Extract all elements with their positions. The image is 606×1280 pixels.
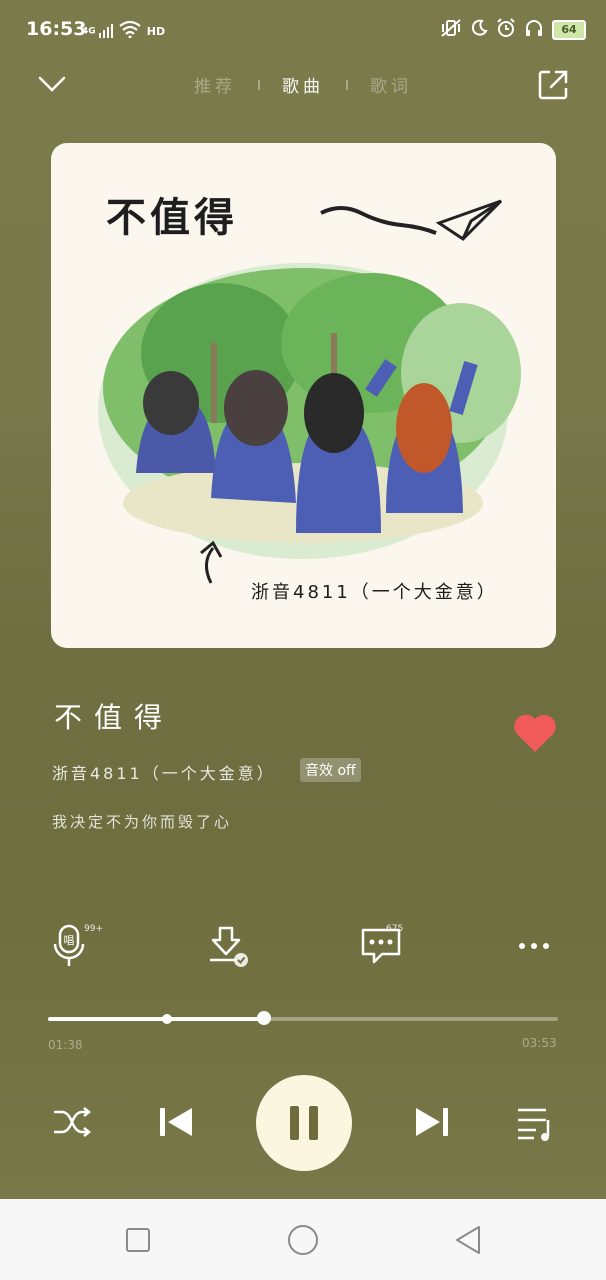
status-left-icons: 4G HD [82,20,165,42]
previous-button[interactable] [152,1098,200,1146]
headphones-icon [524,18,544,42]
next-button[interactable] [408,1098,456,1146]
battery-icon: 64 [552,20,586,40]
album-art: 不值得 浙音4811（一个大金意） [51,143,556,648]
progress-marker [162,1014,172,1024]
status-bar: 16:53 4G HD 64 [0,0,606,62]
shuffle-button[interactable] [48,1098,96,1146]
share-button[interactable] [534,66,572,104]
moon-icon [470,19,488,41]
playlist-button[interactable] [512,1098,560,1146]
share-icon [538,70,568,100]
svg-text:唱: 唱 [64,934,75,947]
like-button[interactable] [512,712,558,754]
signal-label: 4G [82,26,96,37]
album-art-illustration [98,199,521,584]
comment-count-badge: 675 [386,924,404,934]
hd-label: HD [146,24,166,38]
current-lyric[interactable]: 我决定不为你而毁了心 [52,811,232,832]
alarm-icon [496,18,516,42]
playlist-icon [518,1108,550,1141]
song-title: 不值得 [54,701,175,734]
progress-buffer [48,1017,166,1021]
status-right-icons: 64 [440,18,586,42]
heart-icon [514,714,556,752]
home-button[interactable] [285,1221,321,1259]
system-nav-bar [0,1199,606,1280]
tab-lyrics[interactable]: 歌词 [370,72,412,97]
current-time: 01:38 [48,1038,83,1052]
comments-button[interactable]: 675 [358,922,406,970]
vibrate-mute-icon [440,18,462,42]
progress-played [166,1017,264,1021]
sing-count-badge: 99+ [84,924,103,934]
more-icon [519,943,549,949]
tab-divider [346,79,348,90]
download-icon [210,926,248,967]
artist-name[interactable]: 浙音4811（一个大金意） [52,760,276,784]
more-button[interactable] [512,922,560,970]
shuffle-icon [54,1107,92,1137]
view-tabs: 推荐 歌曲 歌词 [0,72,606,97]
total-time: 03:53 [522,1036,557,1050]
previous-icon [160,1108,192,1136]
sing-button[interactable]: 唱 99+ [48,922,103,970]
tab-song[interactable]: 歌曲 [282,72,324,97]
pause-button[interactable] [256,1075,352,1171]
progress-handle[interactable] [257,1011,271,1025]
next-icon [416,1108,448,1136]
pause-icon [290,1106,318,1140]
album-art-caption: 浙音4811（一个大金意） [251,582,498,603]
back-button[interactable] [450,1221,486,1259]
download-button[interactable] [204,922,252,970]
tab-recommend[interactable]: 推荐 [194,72,236,97]
tab-divider [258,79,260,90]
status-time: 16:53 [26,18,87,40]
recents-button[interactable] [120,1221,156,1259]
wifi-icon [119,20,141,42]
sound-effect-badge[interactable]: 音效 off [300,758,361,782]
signal-icon: 4G [82,24,113,38]
